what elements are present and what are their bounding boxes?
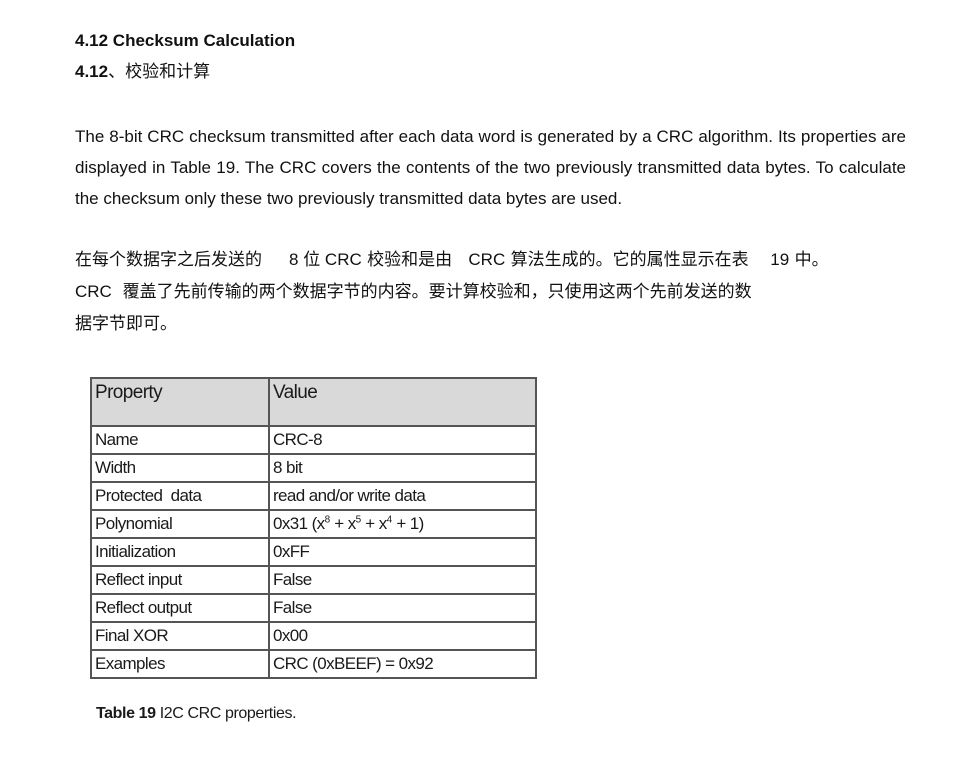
value-cell: CRC-8 xyxy=(268,425,537,455)
property-cell: Initialization xyxy=(90,537,270,567)
paragraph-cn-line-3: 据字节即可。 xyxy=(75,314,177,334)
crc-properties-table: Property Value Name CRC-8 Width 8 bit Pr… xyxy=(90,377,537,679)
property-cell: Name xyxy=(90,425,270,455)
table-row: Name CRC-8 xyxy=(90,425,537,455)
section-title-cn: 、校验和计算 xyxy=(108,62,211,82)
table-header-value: Value xyxy=(268,377,537,427)
caption-label: Table 19 xyxy=(96,705,156,722)
value-cell: CRC (0xBEEF) = 0x92 xyxy=(268,649,537,679)
table-row: Final XOR 0x00 xyxy=(90,621,537,651)
table-header-property: Property xyxy=(90,377,270,427)
caption-text: I2C CRC properties. xyxy=(155,705,297,722)
section-number: 4.12 xyxy=(75,62,109,81)
value-cell: False xyxy=(268,593,537,623)
table-row: Polynomial 0x31 (x8 + x5 + x4 + 1) xyxy=(90,509,537,539)
value-cell: read and/or write data xyxy=(268,481,537,511)
property-cell: Examples xyxy=(90,649,270,679)
property-cell: Reflect input xyxy=(90,565,270,595)
property-cell: Reflect output xyxy=(90,593,270,623)
table-row: Protected data read and/or write data xyxy=(90,481,537,511)
paragraph-cn-line-2: CRC 覆盖了先前传输的两个数据字节的内容。要计算校验和，只使用这两个先前发送的… xyxy=(75,282,752,302)
section-heading-cn: 4.12、校验和计算 xyxy=(75,61,210,83)
table-row: Examples CRC (0xBEEF) = 0x92 xyxy=(90,649,537,679)
section-heading-en: 4.12 Checksum Calculation xyxy=(75,31,296,50)
paragraph-cn-line-1: 在每个数据字之后发送的 8 位 CRC 校验和是由 CRC 算法生成的。它的属性… xyxy=(75,250,829,270)
table-row: Reflect input False xyxy=(90,565,537,595)
paragraph-cn: 在每个数据字之后发送的 8 位 CRC 校验和是由 CRC 算法生成的。它的属性… xyxy=(75,244,915,340)
paragraph-en: The 8-bit CRC checksum transmitted after… xyxy=(75,127,906,208)
value-cell-polynomial: 0x31 (x8 + x5 + x4 + 1) xyxy=(268,509,537,539)
value-cell: 0xFF xyxy=(268,537,537,567)
value-cell: 8 bit xyxy=(268,453,537,483)
table-caption: Table 19 I2C CRC properties. xyxy=(96,705,297,723)
property-cell: Final XOR xyxy=(90,621,270,651)
table-row: Width 8 bit xyxy=(90,453,537,483)
property-cell: Width xyxy=(90,453,270,483)
property-cell: Protected data xyxy=(90,481,270,511)
value-cell: False xyxy=(268,565,537,595)
table-header-row: Property Value xyxy=(90,377,537,427)
table-row: Initialization 0xFF xyxy=(90,537,537,567)
property-cell: Polynomial xyxy=(90,509,270,539)
table-row: Reflect output False xyxy=(90,593,537,623)
value-cell: 0x00 xyxy=(268,621,537,651)
